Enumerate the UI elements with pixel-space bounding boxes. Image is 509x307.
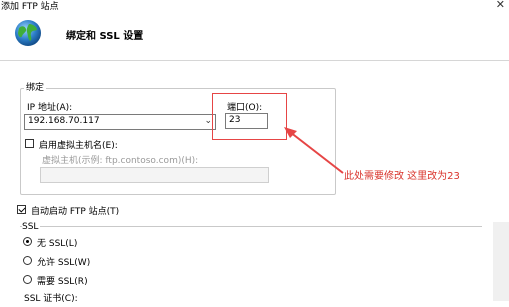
virtual-host-enable-label: 启用虚拟主机名(E): — [39, 141, 118, 151]
window-title: 添加 FTP 站点 — [1, 2, 59, 12]
ssl-group-label: SSL — [22, 222, 41, 232]
ssl-option-require-radio[interactable] — [23, 275, 32, 284]
virtual-host-input[interactable] — [40, 167, 269, 183]
ssl-option-none-radio[interactable] — [23, 237, 32, 246]
ssl-option-none-label: 无 SSL(L) — [37, 239, 78, 249]
virtual-host-label: 虚拟主机(示例: ftp.contoso.com)(H): — [42, 156, 199, 166]
port-highlight-box — [212, 93, 287, 140]
auto-start-label: 自动启动 FTP 站点(T) — [31, 207, 120, 217]
ip-address-label: IP 地址(A): — [27, 103, 73, 113]
title-bar: 添加 FTP 站点 ✕ — [0, 0, 509, 12]
header-divider — [0, 60, 509, 61]
scrollbar[interactable] — [493, 222, 509, 301]
binding-group-label: 绑定 — [24, 80, 47, 93]
auto-start-checkbox[interactable] — [17, 205, 26, 214]
annotation-arrow — [284, 127, 344, 174]
virtual-host-checkbox[interactable] — [25, 139, 34, 148]
ip-address-value: 192.168.70.117 — [28, 116, 100, 126]
ssl-option-allow-radio[interactable] — [23, 256, 32, 265]
ip-address-select[interactable]: 192.168.70.117 ⌄ — [24, 114, 216, 130]
page-title: 绑定和 SSL 设置 — [66, 31, 144, 42]
ssl-option-require-label: 需要 SSL(R) — [37, 277, 88, 287]
annotation-text: 此处需要修改 这里改为23 — [344, 171, 460, 182]
chevron-down-icon[interactable]: ⌄ — [204, 116, 212, 126]
globe-icon — [13, 18, 43, 48]
close-icon[interactable]: ✕ — [496, 0, 505, 11]
ssl-cert-label: SSL 证书(C): — [24, 294, 78, 304]
ssl-option-allow-label: 允许 SSL(W) — [37, 258, 91, 268]
